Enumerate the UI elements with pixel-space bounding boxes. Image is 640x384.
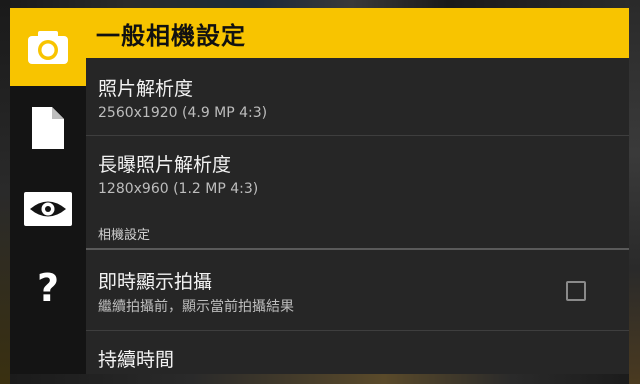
- document-icon: [32, 107, 64, 149]
- settings-list: 照片解析度 2560x1920 (4.9 MP 4:3) 長曝照片解析度 128…: [86, 58, 629, 374]
- setting-summary: 繼續拍攝前，顯示當前拍攝結果: [98, 299, 294, 315]
- setting-value: 1280x960 (1.2 MP 4:3): [98, 181, 259, 197]
- setting-title: 長曝照片解析度: [98, 154, 232, 176]
- sidebar-item-camera[interactable]: [10, 8, 86, 86]
- question-icon: ?: [36, 266, 60, 310]
- setting-photo-resolution[interactable]: 照片解析度 2560x1920 (4.9 MP 4:3): [86, 58, 629, 135]
- screen: ? 一般相機設定 照片解析度 2560x1920 (4.9 MP 4:3) 長曝…: [0, 0, 640, 384]
- sidebar-item-help[interactable]: ?: [10, 248, 86, 328]
- sidebar-item-display[interactable]: [10, 170, 86, 248]
- settings-dialog: ? 一般相機設定 照片解析度 2560x1920 (4.9 MP 4:3) 長曝…: [10, 8, 629, 374]
- settings-category-sidebar: ?: [10, 8, 86, 374]
- eye-icon: [24, 192, 72, 226]
- setting-title: 即時顯示拍攝: [98, 271, 213, 293]
- live-preview-checkbox[interactable]: [566, 281, 586, 301]
- camera-icon: [28, 31, 68, 64]
- background-image-top: [0, 0, 640, 8]
- background-image-right: [629, 0, 640, 384]
- setting-long-exposure-resolution[interactable]: 長曝照片解析度 1280x960 (1.2 MP 4:3): [86, 136, 629, 214]
- background-image-left: [0, 0, 10, 384]
- setting-duration[interactable]: 持續時間: [86, 331, 629, 374]
- settings-header: 一般相機設定: [86, 8, 629, 58]
- setting-live-preview[interactable]: 即時顯示拍攝 繼續拍攝前，顯示當前拍攝結果: [86, 250, 629, 330]
- setting-value: 2560x1920 (4.9 MP 4:3): [98, 105, 268, 121]
- page-title: 一般相機設定: [96, 21, 246, 50]
- sidebar-item-files[interactable]: [10, 86, 86, 170]
- background-image-bottom: [0, 374, 640, 384]
- setting-title: 持續時間: [98, 349, 175, 371]
- setting-title: 照片解析度: [98, 78, 194, 100]
- section-header-camera-settings: 相機設定: [98, 228, 151, 243]
